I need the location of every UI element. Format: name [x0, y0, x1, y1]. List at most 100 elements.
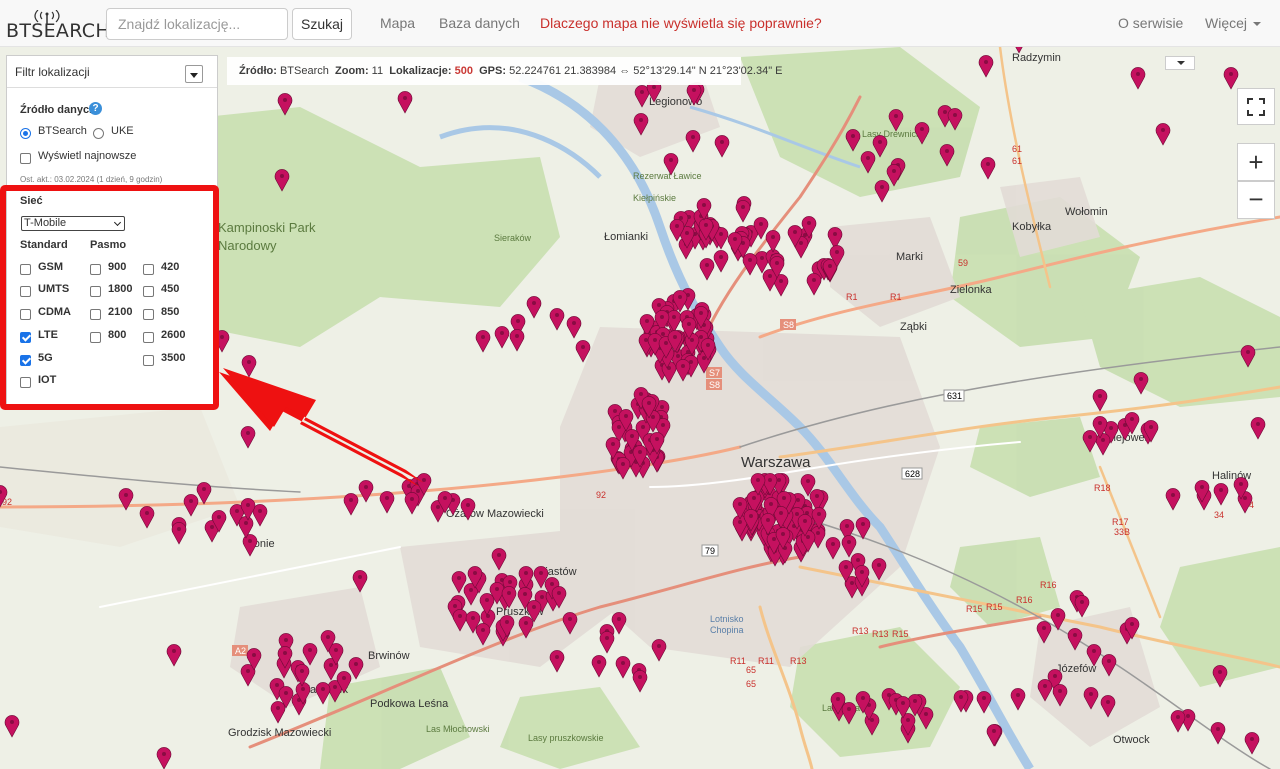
zoom-out-button[interactable]: − — [1237, 181, 1275, 219]
bts-location-marker[interactable] — [978, 55, 994, 78]
svg-text:Podkowa Leśna: Podkowa Leśna — [370, 698, 449, 710]
nav-map[interactable]: Mapa — [380, 15, 415, 31]
bts-location-marker[interactable] — [651, 639, 667, 662]
panel-collapse-button[interactable] — [185, 65, 203, 83]
marker-dot — [258, 509, 262, 513]
layer-dropdown-button[interactable] — [1165, 56, 1195, 70]
bts-location-marker[interactable] — [315, 682, 331, 705]
search-button[interactable]: Szukaj — [292, 8, 352, 40]
bts-location-marker[interactable] — [1092, 389, 1108, 412]
svg-text:S7: S7 — [709, 368, 720, 378]
bts-location-marker[interactable] — [666, 310, 682, 333]
marker-dot — [1136, 72, 1140, 76]
svg-text:61: 61 — [1012, 156, 1022, 166]
bts-location-marker[interactable] — [549, 308, 565, 331]
bts-location-marker[interactable] — [509, 329, 525, 352]
bts-location-marker[interactable] — [591, 655, 607, 678]
bts-location-marker[interactable] — [980, 157, 996, 180]
bts-location-marker[interactable] — [252, 504, 268, 527]
bts-location-marker[interactable] — [806, 273, 822, 296]
bts-location-marker[interactable] — [1133, 372, 1149, 395]
marker-dot — [831, 542, 835, 546]
bts-location-marker[interactable] — [765, 230, 781, 253]
marker-dot — [641, 425, 645, 429]
marker-dot — [894, 114, 898, 118]
bts-location-marker[interactable] — [242, 534, 258, 557]
bts-location-marker[interactable] — [343, 493, 359, 516]
bts-location-marker[interactable] — [685, 130, 701, 153]
nav-more-dropdown[interactable]: Więcej — [1205, 15, 1262, 31]
bts-location-marker[interactable] — [475, 330, 491, 353]
bts-location-marker[interactable] — [1165, 488, 1181, 511]
bts-location-marker[interactable] — [1212, 665, 1228, 688]
bts-location-marker[interactable] — [1155, 123, 1171, 146]
marker-dot — [639, 118, 643, 122]
bts-location-marker[interactable] — [397, 91, 413, 114]
bts-location-marker[interactable] — [171, 522, 187, 545]
bts-location-marker[interactable] — [874, 180, 890, 203]
source-radio-btsearch[interactable] — [20, 128, 31, 139]
bts-location-marker[interactable] — [1244, 732, 1260, 755]
bts-location-marker[interactable] — [358, 480, 374, 503]
nav-map-help[interactable]: Dlaczego mapa nie wyświetla się poprawni… — [540, 15, 822, 31]
zoom-in-button[interactable]: + — [1237, 143, 1275, 181]
bts-location-marker[interactable] — [1250, 417, 1266, 440]
marker-dot — [793, 230, 797, 234]
marker-dot — [1243, 496, 1247, 500]
bts-location-marker[interactable] — [742, 253, 758, 276]
show-newest-checkbox[interactable] — [20, 153, 31, 164]
bts-location-marker[interactable] — [632, 670, 648, 693]
marker-dot — [878, 140, 882, 144]
bts-location-marker[interactable] — [1210, 722, 1226, 745]
marker-dot — [661, 423, 665, 427]
bts-location-marker[interactable] — [156, 747, 172, 769]
bts-location-marker[interactable] — [1170, 710, 1186, 733]
bts-location-marker[interactable] — [526, 296, 542, 319]
bts-location-marker[interactable] — [241, 355, 257, 378]
bts-location-marker[interactable] — [735, 200, 751, 223]
bts-location-marker[interactable] — [714, 135, 730, 158]
bts-location-marker[interactable] — [4, 715, 20, 738]
marker-dot — [505, 620, 509, 624]
source-label-btsearch: BTSearch — [38, 125, 87, 137]
bts-location-marker[interactable] — [404, 492, 420, 515]
marker-dot — [581, 345, 585, 349]
bts-location-marker[interactable] — [1213, 483, 1229, 506]
nav-about[interactable]: O serwisie — [1118, 15, 1183, 31]
marker-dot — [1016, 693, 1020, 697]
bts-location-marker[interactable] — [270, 701, 286, 724]
help-icon[interactable]: ? — [89, 102, 102, 115]
marker-dot — [617, 617, 621, 621]
bts-location-marker[interactable] — [976, 691, 992, 714]
brand-text: BTSEARCH — [6, 20, 110, 42]
bts-location-marker[interactable] — [549, 650, 565, 673]
nav-database[interactable]: Baza danych — [439, 15, 520, 31]
bts-location-marker[interactable] — [1074, 595, 1090, 618]
bts-location-marker[interactable] — [166, 644, 182, 667]
fullscreen-button[interactable] — [1237, 88, 1275, 125]
bts-location-marker[interactable] — [1223, 67, 1239, 90]
bts-location-marker[interactable] — [494, 326, 510, 349]
marker-dot — [1043, 684, 1047, 688]
show-newest-label: Wyświetl najnowsze — [38, 150, 137, 162]
marker-dot — [733, 237, 737, 241]
bts-location-marker[interactable] — [566, 316, 582, 339]
bts-location-marker[interactable] — [599, 631, 615, 654]
marker-dot — [1056, 613, 1060, 617]
bts-location-marker[interactable] — [379, 491, 395, 514]
marker-dot — [953, 113, 957, 117]
bts-location-marker[interactable] — [986, 724, 1002, 747]
bts-location-marker[interactable] — [240, 426, 256, 449]
bts-location-marker[interactable] — [713, 250, 729, 273]
brand-logo[interactable]: BTSEARCH — [6, 10, 110, 42]
bts-location-marker[interactable] — [1130, 67, 1146, 90]
bts-location-marker[interactable] — [1095, 433, 1111, 456]
marker-dot — [752, 496, 756, 500]
bts-location-marker[interactable] — [1010, 688, 1026, 711]
bts-location-marker[interactable] — [615, 656, 631, 679]
search-input[interactable]: Znajdź lokalizację... — [106, 8, 288, 40]
bts-location-marker[interactable] — [699, 258, 715, 281]
marker-dot — [189, 499, 193, 503]
marker-dot — [329, 663, 333, 667]
source-radio-uke[interactable] — [93, 128, 104, 139]
